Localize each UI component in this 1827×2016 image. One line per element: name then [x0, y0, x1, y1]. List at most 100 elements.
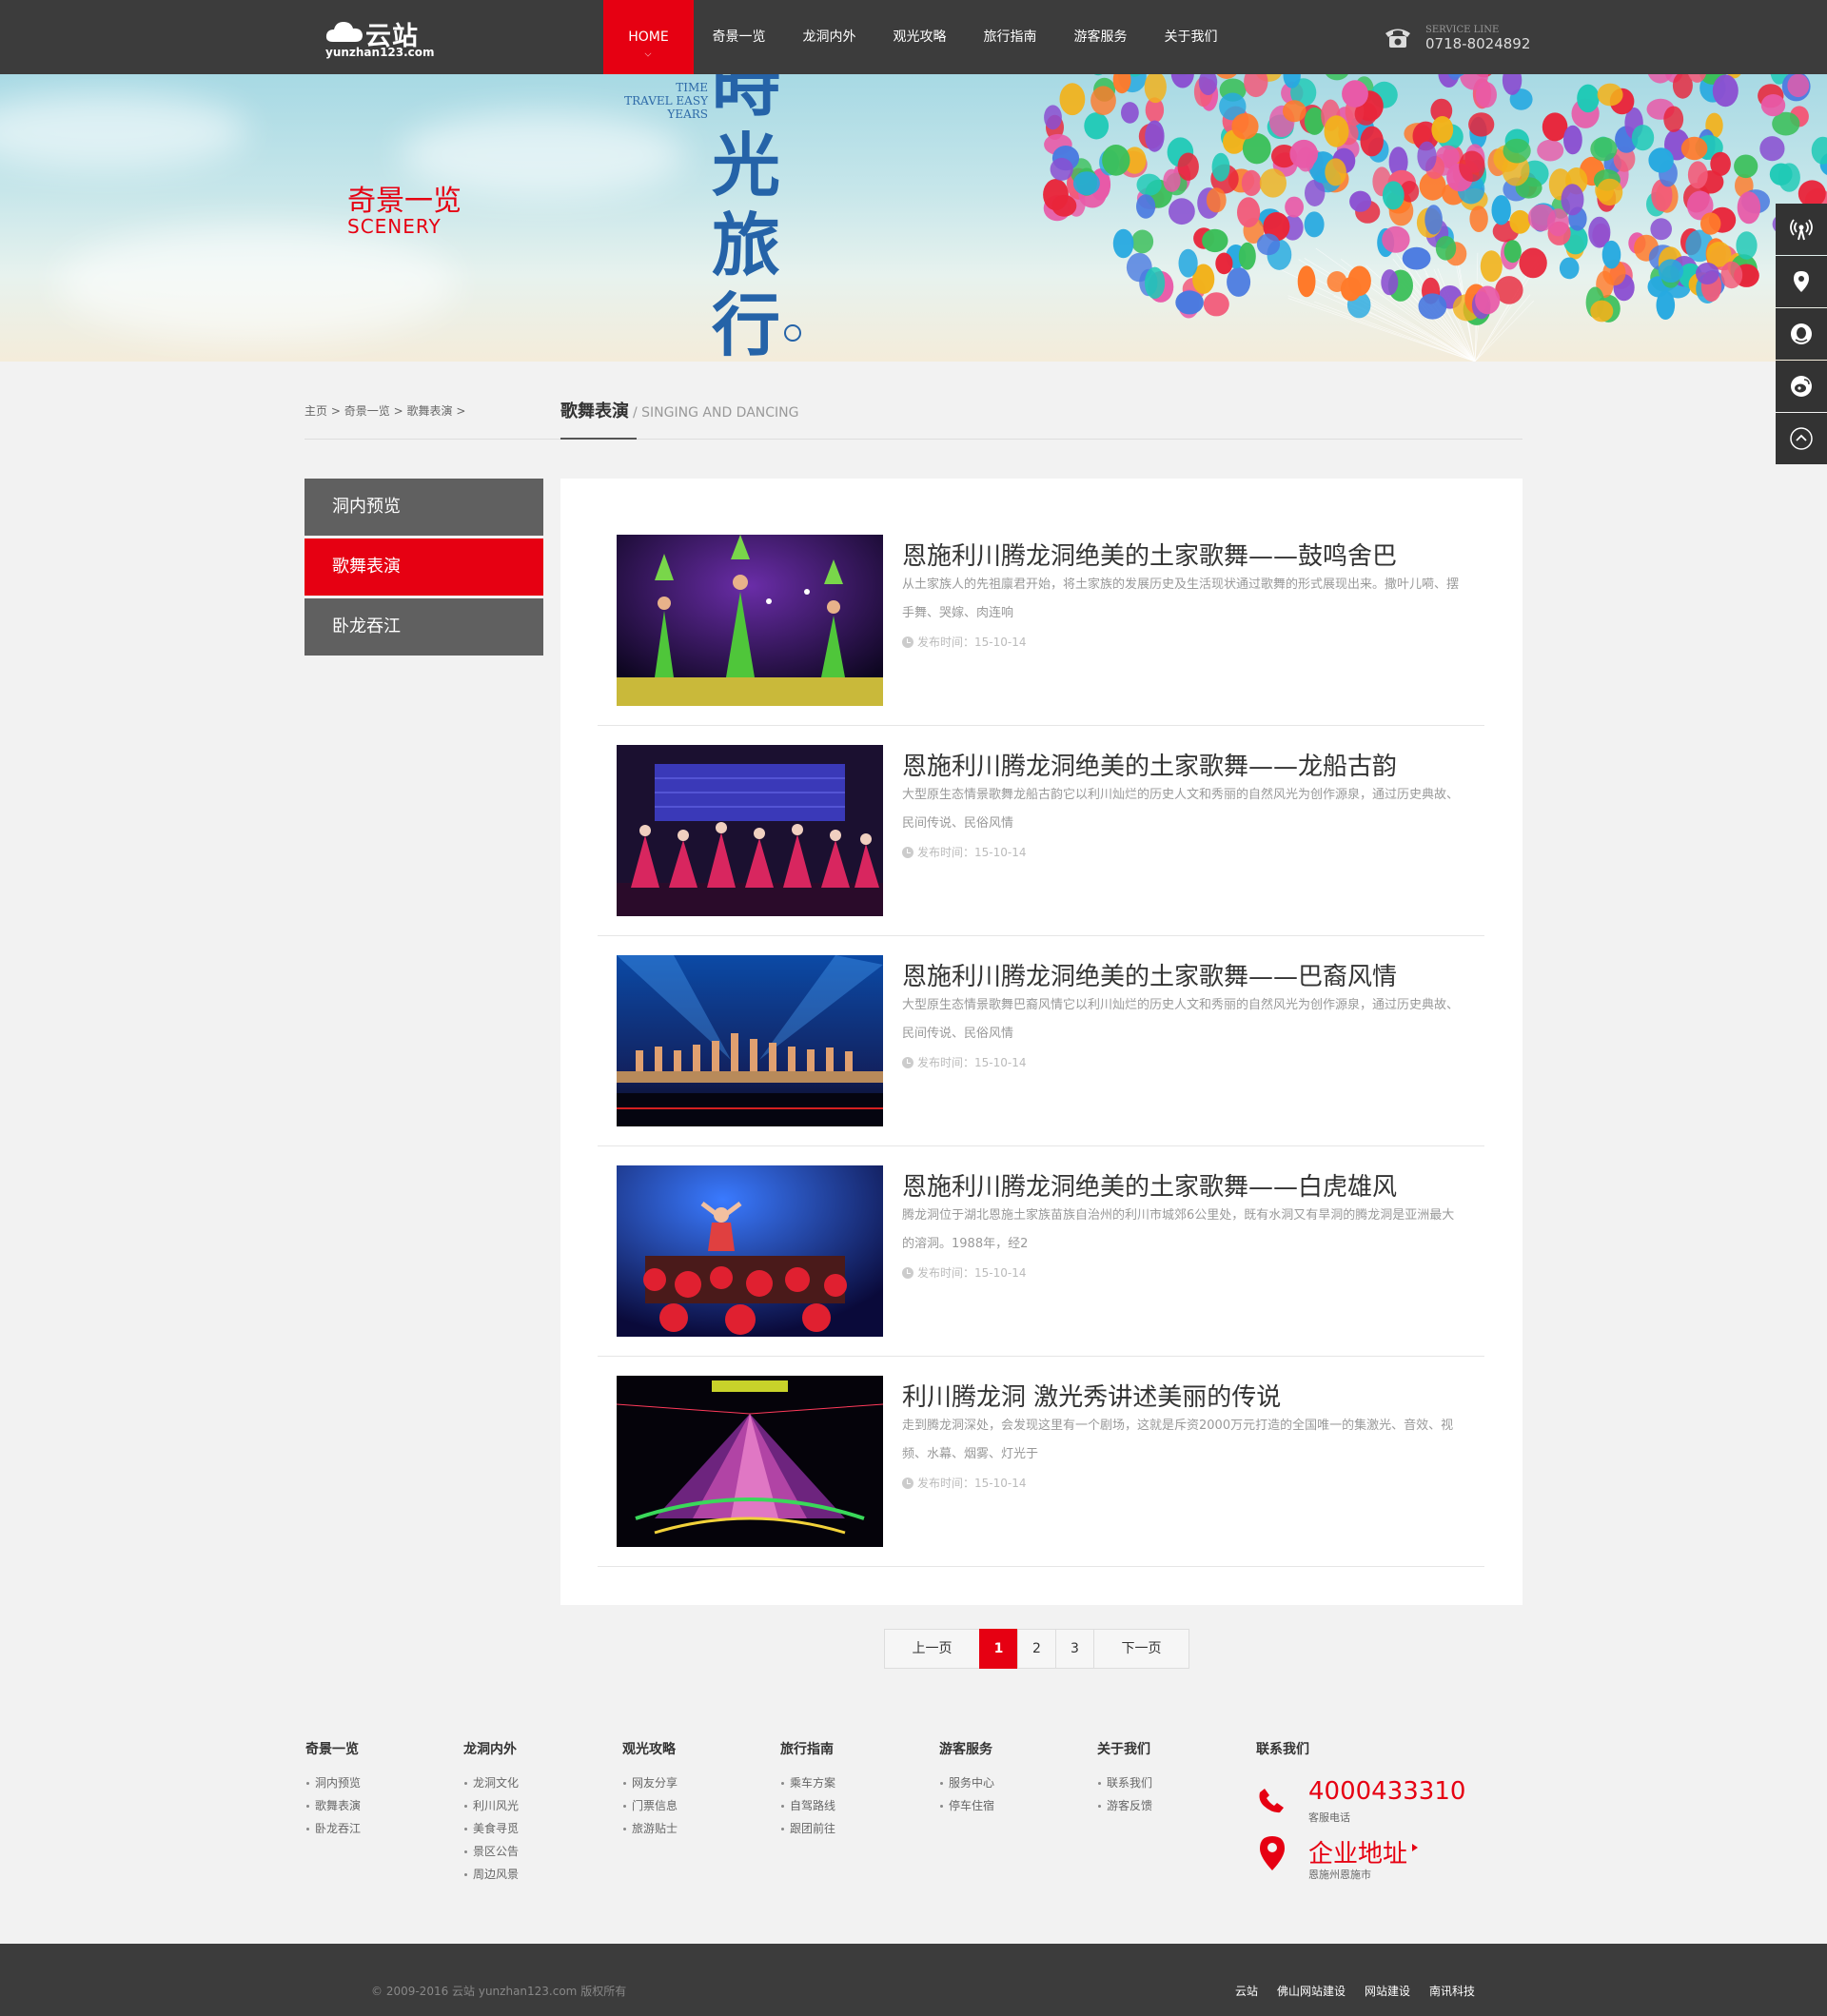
breadcrumb-current[interactable]: 歌舞表演	[406, 404, 452, 418]
chevron-down-icon	[644, 49, 652, 57]
footer-link[interactable]: 歌舞表演	[305, 1794, 439, 1817]
footer-link[interactable]: 乘车方案	[780, 1771, 914, 1794]
arrow-right-icon[interactable]	[1412, 1844, 1418, 1851]
list-item[interactable]: 恩施利川腾龙洞绝美的土家歌舞——巴裔风情 大型原生态情景歌舞巴裔风情它以利川灿烂…	[598, 936, 1484, 1146]
nav-label: 奇景一览	[712, 29, 766, 45]
footer-link[interactable]: 游客反馈	[1097, 1794, 1230, 1817]
clock-icon	[902, 1478, 914, 1489]
page-3-button[interactable]: 3	[1055, 1629, 1094, 1669]
footer-link[interactable]: 卧龙吞江	[305, 1817, 439, 1840]
footer-column-heading[interactable]: 龙洞内外	[463, 1739, 597, 1758]
list-item[interactable]: 恩施利川腾龙洞绝美的土家歌舞——龙船古韵 大型原生态情景歌舞龙船古韵它以利川灿烂…	[598, 726, 1484, 936]
article-title[interactable]: 恩施利川腾龙洞绝美的土家歌舞——白虎雄风	[902, 1167, 1397, 1203]
nav-item-tour-guide[interactable]: 观光攻略	[874, 0, 965, 74]
stage-photo	[617, 535, 883, 706]
tagline-line: TIME	[676, 81, 708, 94]
article-title[interactable]: 恩施利川腾龙洞绝美的土家歌舞——巴裔风情	[902, 957, 1397, 992]
stage-photo	[617, 1165, 883, 1337]
list-item[interactable]: 恩施利川腾龙洞绝美的土家歌舞——白虎雄风 腾龙洞位于湖北恩施土家族苗族自治州的利…	[598, 1146, 1484, 1357]
location-button[interactable]	[1776, 256, 1827, 307]
footer-column-heading[interactable]: 观光攻略	[622, 1739, 756, 1758]
article-thumbnail[interactable]	[617, 1165, 883, 1337]
footer-column: 龙洞内外 龙洞文化 利川风光 美食寻觅 景区公告 周边风景	[463, 1739, 597, 1886]
contact-phone-label: 客服电话	[1308, 1811, 1350, 1824]
footer-link[interactable]: 利川风光	[463, 1794, 597, 1817]
broadcast-button[interactable]	[1776, 204, 1827, 255]
footer-column-heading[interactable]: 游客服务	[939, 1739, 1072, 1758]
weibo-button[interactable]	[1776, 361, 1827, 412]
nav-item-about[interactable]: 关于我们	[1146, 0, 1236, 74]
location-icon	[1794, 271, 1809, 292]
section-subtitle: / SINGING AND DANCING	[633, 405, 799, 421]
nav-item-cave[interactable]: 龙洞内外	[784, 0, 874, 74]
footer-link[interactable]: 停车住宿	[939, 1794, 1072, 1817]
bottom-link[interactable]: 云站	[1235, 1983, 1258, 1999]
footer-link[interactable]: 自驾路线	[780, 1794, 914, 1817]
footer-link[interactable]: 联系我们	[1097, 1771, 1230, 1794]
menu-item-singing-dancing[interactable]: 歌舞表演	[304, 538, 543, 596]
article-thumbnail[interactable]	[617, 1376, 883, 1547]
footer-column-heading[interactable]: 关于我们	[1097, 1739, 1230, 1758]
section-title: 歌舞表演	[560, 401, 629, 421]
hero-banner: 奇景一览 SCENERY TIME TRAVEL EASY YEARS 時光旅行	[0, 74, 1827, 362]
nav-item-travel-guide[interactable]: 旅行指南	[965, 0, 1055, 74]
contact-phone-number[interactable]: 4000433310	[1308, 1777, 1465, 1806]
pagination: 上一页 1 2 3 下一页	[884, 1629, 1189, 1669]
footer-column: 游客服务 服务中心 停车住宿	[939, 1739, 1072, 1817]
article-thumbnail[interactable]	[617, 745, 883, 916]
footer-column-heading[interactable]: 旅行指南	[780, 1739, 914, 1758]
qq-button[interactable]	[1776, 308, 1827, 360]
list-item[interactable]: 利川腾龙洞 激光秀讲述美丽的传说 走到腾龙洞深处，会发现这里有一个剧场，这就是斥…	[598, 1357, 1484, 1567]
prev-page-button[interactable]: 上一页	[884, 1629, 980, 1669]
back-to-top-button[interactable]	[1776, 413, 1827, 464]
page: { "header": { "logo_name": "云站", "logo_d…	[0, 0, 1827, 2016]
footer-link[interactable]: 美食寻觅	[463, 1817, 597, 1840]
weibo-icon	[1791, 376, 1812, 397]
footer-link[interactable]: 跟团前往	[780, 1817, 914, 1840]
article-thumbnail[interactable]	[617, 955, 883, 1126]
site-logo[interactable]: 云站 yunzhan123.com	[325, 15, 435, 61]
menu-item-cave-preview[interactable]: 洞内预览	[304, 479, 543, 536]
footer-link[interactable]: 洞内预览	[305, 1771, 439, 1794]
bottom-links: 云站 佛山网站建设 网站建设 南讯科技	[1235, 1983, 1494, 1999]
service-line-label: SERVICE LINE	[1425, 25, 1500, 35]
footer-column: 奇景一览 洞内预览 歌舞表演 卧龙吞江	[305, 1739, 439, 1840]
phone-handset-icon	[1259, 1789, 1284, 1813]
article-title[interactable]: 恩施利川腾龙洞绝美的土家歌舞——龙船古韵	[902, 747, 1397, 782]
contact-address-title[interactable]: 企业地址	[1308, 1834, 1407, 1869]
article-thumbnail[interactable]	[617, 535, 883, 706]
bottom-link[interactable]: 佛山网站建设	[1277, 1983, 1346, 1999]
footer-link[interactable]: 景区公告	[463, 1840, 597, 1863]
bottom-link[interactable]: 网站建设	[1365, 1983, 1410, 1999]
footer-link[interactable]: 龙洞文化	[463, 1771, 597, 1794]
bottom-link[interactable]: 南讯科技	[1429, 1983, 1475, 1999]
footer-link[interactable]: 旅游贴士	[622, 1817, 756, 1840]
footer-link[interactable]: 门票信息	[622, 1794, 756, 1817]
contact-heading: 联系我们	[1256, 1742, 1309, 1757]
menu-item-dragon-river[interactable]: 卧龙吞江	[304, 598, 543, 656]
breadcrumb-scenery[interactable]: 奇景一览	[344, 404, 390, 418]
footer-link[interactable]: 服务中心	[939, 1771, 1072, 1794]
copyright: © 2009-2016 云站 yunzhan123.com 版权所有	[371, 1985, 627, 1998]
nav-item-visitor-service[interactable]: 游客服务	[1055, 0, 1146, 74]
top-navigation-bar: 云站 yunzhan123.com HOME 奇景一览 龙洞内外 观光攻略 旅行…	[0, 0, 1827, 74]
logo-domain: yunzhan123.com	[325, 46, 435, 59]
article-title[interactable]: 利川腾龙洞 激光秀讲述美丽的传说	[902, 1378, 1281, 1413]
nav-label: 游客服务	[1073, 29, 1128, 45]
next-page-button[interactable]: 下一页	[1093, 1629, 1189, 1669]
list-item[interactable]: 恩施利川腾龙洞绝美的土家歌舞——鼓鸣舍巴 从土家族人的先祖廪君开始，将土家族的发…	[598, 516, 1484, 726]
footer-link[interactable]: 网友分享	[622, 1771, 756, 1794]
page-1-button[interactable]: 1	[979, 1629, 1018, 1669]
breadcrumb-separator: >	[456, 404, 466, 418]
page-2-button[interactable]: 2	[1017, 1629, 1056, 1669]
breadcrumb-home[interactable]: 主页	[304, 404, 327, 418]
banner-vertical-text: 時光旅行	[712, 74, 781, 362]
nav-item-home[interactable]: HOME	[603, 0, 694, 74]
article-title[interactable]: 恩施利川腾龙洞绝美的土家歌舞——鼓鸣舍巴	[902, 537, 1397, 572]
divider	[304, 439, 1522, 440]
left-category-menu: 洞内预览 歌舞表演 卧龙吞江	[304, 479, 543, 658]
footer-link[interactable]: 周边风景	[463, 1863, 597, 1886]
cloud-decoration	[57, 226, 457, 341]
footer-column-heading[interactable]: 奇景一览	[305, 1739, 439, 1758]
nav-item-scenery[interactable]: 奇景一览	[694, 0, 784, 74]
